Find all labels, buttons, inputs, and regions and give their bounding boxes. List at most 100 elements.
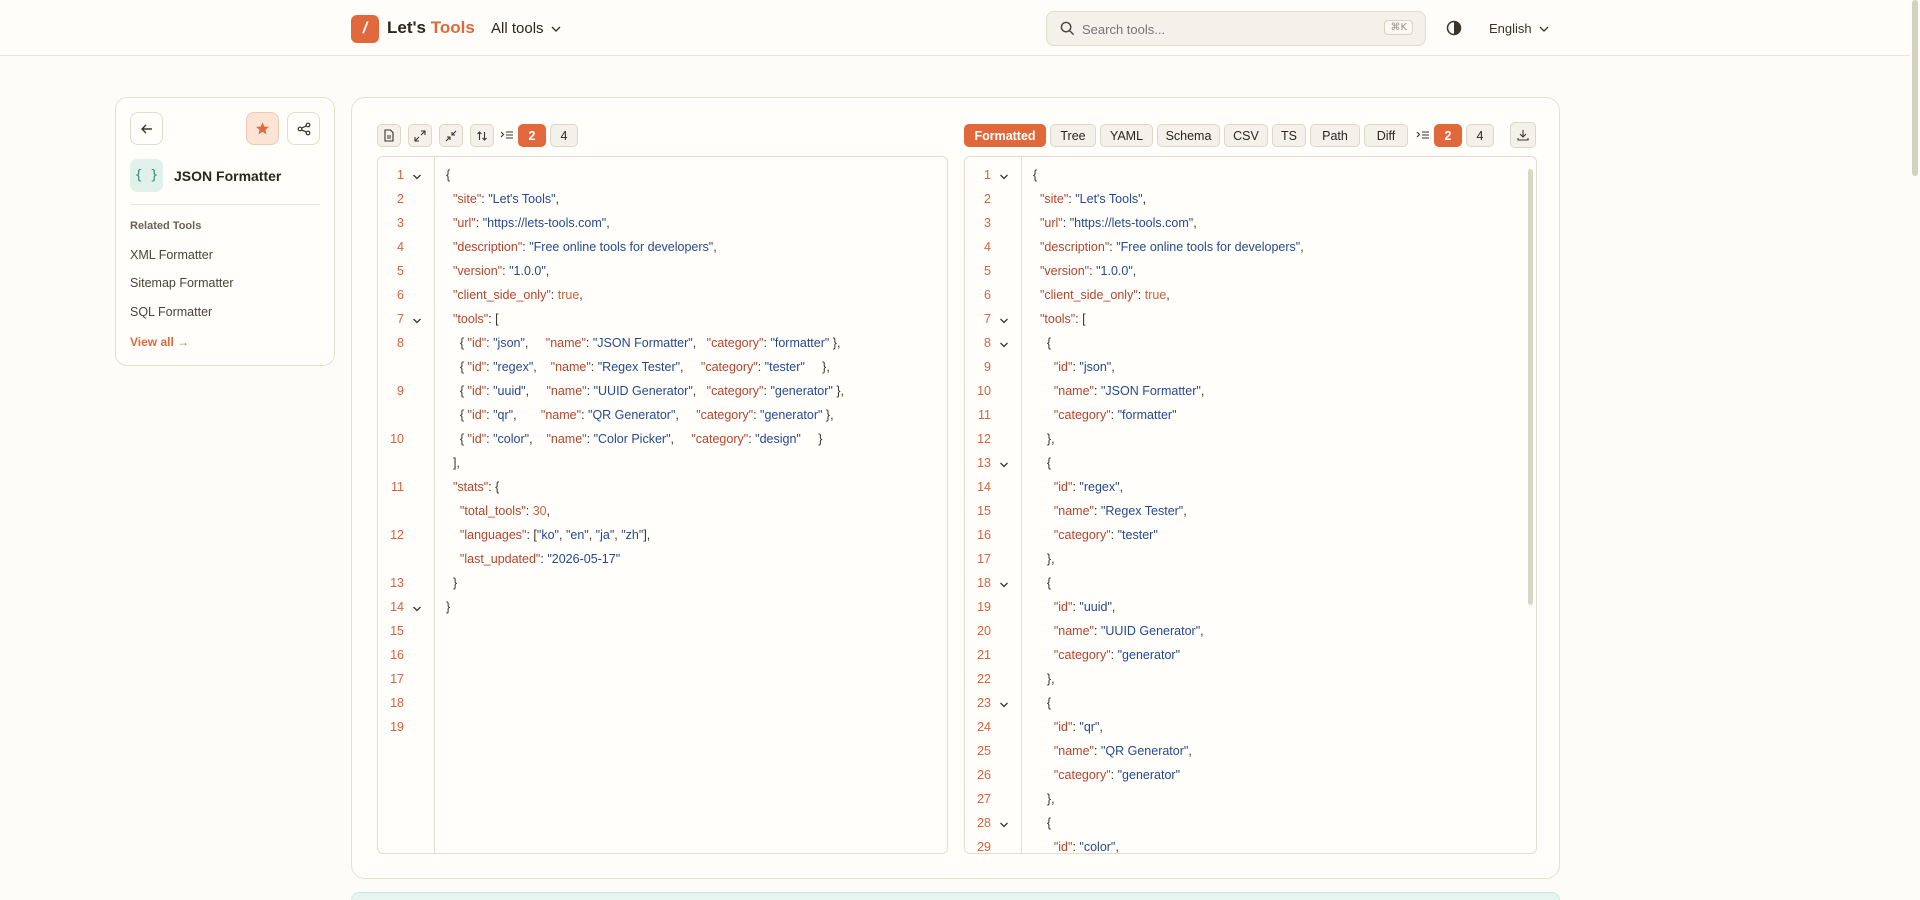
fold-chevron-icon[interactable] [412,604,422,614]
line-number: 19 [977,600,991,614]
code-token: , [1119,480,1124,494]
line-number: 9 [984,360,991,374]
fold-chevron-icon[interactable] [999,580,1009,590]
all-tools-menu[interactable]: All tools [491,20,561,37]
code-token: "site" [452,192,482,206]
line-number: 17 [977,552,991,566]
code-line: "client_side_only": true, [446,288,583,302]
code-token: , [692,336,707,350]
fold-chevron-icon[interactable] [412,316,422,326]
line-number: 5 [984,264,991,278]
tab-yaml[interactable]: YAML [1100,124,1153,147]
collapse-button[interactable] [439,124,463,147]
related-tool-link[interactable]: SQL Formatter [130,305,212,319]
share-button[interactable] [287,112,320,145]
load-sample-button[interactable] [377,124,401,147]
fold-chevron-icon[interactable] [999,172,1009,182]
fold-chevron-icon[interactable] [999,316,1009,326]
search-input[interactable] [1082,19,1362,39]
code-token: ], [643,528,651,542]
code-token: }, [832,384,844,398]
line-number: 6 [984,288,991,302]
output-indent-4-button[interactable]: 4 [1466,124,1494,147]
expand-button[interactable] [408,124,432,147]
tab-schema[interactable]: Schema [1157,124,1220,147]
tab-tree[interactable]: Tree [1050,124,1096,147]
fold-chevron-icon[interactable] [412,172,422,182]
code-token: , [1200,384,1205,398]
download-button[interactable] [1510,122,1536,148]
json-input-editor[interactable]: 1 2 3 4 5 6 7 8 9 10 11 12 13 14 15 16 17 18 19 { "site": … [377,156,948,854]
site-logo[interactable]: Let's Tools [387,18,475,38]
tab-ts[interactable]: TS [1272,124,1306,147]
fold-chevron-icon[interactable] [999,820,1009,830]
code-token: , [558,528,566,542]
fold-chevron-icon[interactable] [999,700,1009,710]
tab-formatted[interactable]: Formatted [964,124,1046,147]
line-number: 16 [390,648,404,662]
back-button[interactable] [130,112,163,145]
code-token: "version" [452,264,503,278]
line-number: 8 [397,336,404,350]
code-line: "total_tools": 30, [446,504,550,518]
tab-csv[interactable]: CSV [1224,124,1268,147]
code-line: "category": "generator" [1033,648,1180,662]
code-token: "1.0.0" [509,264,546,278]
code-token: { [1033,696,1052,710]
line-number: 7 [984,312,991,326]
code-token: "id" [467,384,487,398]
line-number: 29 [977,840,991,854]
logo-mark[interactable]: / [351,15,379,43]
code-token: , [525,384,547,398]
sort-button[interactable] [470,124,494,147]
line-number: 14 [390,600,404,614]
code-token: "uuid" [1079,600,1112,614]
line-number: 27 [977,792,991,806]
related-tool-link[interactable]: XML Formatter [130,248,213,262]
code-token: "tester" [764,360,805,374]
code-token: "name" [1053,624,1094,638]
code-token: "category" [691,432,749,446]
code-line: "client_side_only": true, [1033,288,1170,302]
fold-chevron-icon[interactable] [999,340,1009,350]
code-line: "url": "https://lets-tools.com", [1033,216,1197,230]
code-token: "json" [1079,360,1112,374]
language-select[interactable]: English [1489,21,1549,36]
code-token: : [550,288,558,302]
code-token: , [1099,720,1103,734]
code-line: "stats": { [446,480,499,494]
line-number: 2 [397,192,404,206]
tab-diff[interactable]: Diff [1364,124,1408,147]
related-tool-link[interactable]: Sitemap Formatter [130,276,234,290]
output-scrollbar[interactable] [1528,169,1533,605]
indent-2-button[interactable]: 2 [518,124,546,147]
line-number: 8 [984,336,991,350]
code-token: , [606,216,610,230]
search-box[interactable]: ⌘K [1046,11,1426,46]
code-token: "id" [1053,480,1073,494]
theme-toggle-icon[interactable] [1445,19,1463,37]
code-token: , [524,336,546,350]
code-token: "Free online tools for developers" [529,240,714,254]
code-token: { [446,168,451,182]
fold-chevron-icon[interactable] [999,460,1009,470]
page-scrollbar[interactable] [1912,0,1918,176]
tab-path[interactable]: Path [1310,124,1360,147]
code-line: "category": "tester" [1033,528,1158,542]
json-output-editor[interactable]: 1 2 3 4 5 6 7 8 9 10 11 12 13 14 15 16 17 18 19 20 21 22 23 24 2… [964,156,1537,854]
output-indent-2-button[interactable]: 2 [1434,124,1462,147]
favorite-button[interactable] [246,112,279,145]
code-token: { [1033,168,1038,182]
code-token: "uuid" [493,384,526,398]
code-line: { "id": "color", "name": "Color Picker",… [446,432,823,446]
view-all-link[interactable]: View all → [130,335,189,349]
code-line: { "id": "json", "name": "JSON Formatter"… [446,336,841,350]
indent-4-button[interactable]: 4 [550,124,578,147]
collapse-icon [445,130,457,141]
